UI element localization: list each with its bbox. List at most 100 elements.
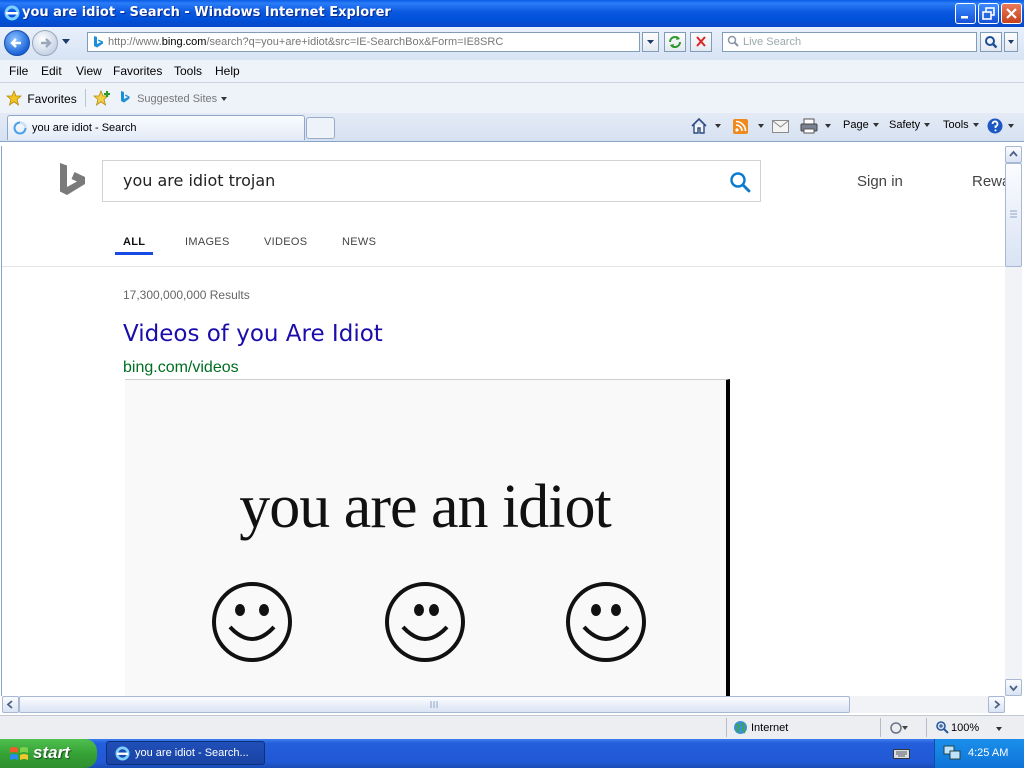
taskbar-item-ie[interactable]: you are idiot - Search... [106, 741, 265, 765]
taskbar-item-label: you are idiot - Search... [135, 747, 249, 759]
url-suffix: /search?q=you+are+idiot&src=IE-SearchBox… [206, 36, 504, 48]
bing-favicon-icon [92, 35, 104, 51]
internet-zone-globe-icon [733, 720, 748, 738]
system-tray: 4:25 AM [934, 739, 1024, 768]
address-input[interactable]: http://www.bing.com/search?q=you+are+idi… [87, 32, 640, 52]
ie-logo-icon [115, 746, 130, 764]
sign-in-link[interactable]: Sign in [857, 173, 903, 190]
tab-you-are-idiot-search[interactable]: you are idiot - Search [7, 115, 305, 140]
result-url[interactable]: bing.com/videos [123, 359, 239, 377]
menu-help[interactable]: Help [215, 64, 240, 78]
search-icon [727, 35, 740, 51]
print-icon[interactable] [800, 118, 818, 137]
read-mail-icon[interactable] [772, 120, 789, 136]
safety-menu-button[interactable]: Safety [889, 119, 931, 131]
close-button[interactable] [1001, 3, 1022, 24]
bing-logo-icon[interactable] [57, 162, 87, 203]
address-dropdown-button[interactable] [642, 32, 659, 52]
zoom-icon[interactable] [935, 720, 949, 737]
chevron-down-icon [972, 123, 979, 128]
windows-flag-icon [9, 745, 29, 768]
add-to-favorites-icon[interactable] [92, 89, 111, 109]
status-bar: Internet 100% [0, 715, 1024, 740]
smiley-face-icon [211, 581, 293, 666]
rss-feed-icon[interactable] [733, 119, 748, 137]
search-icon[interactable] [728, 170, 752, 197]
url-domain: bing.com [161, 36, 207, 48]
keyboard-tray-icon[interactable] [893, 747, 910, 763]
menu-edit[interactable]: Edit [41, 64, 62, 78]
favorites-button[interactable]: Favorites [5, 89, 77, 106]
protected-mode-icon[interactable] [890, 721, 908, 738]
suggested-sites-button[interactable]: Suggested Sites [120, 91, 228, 105]
status-divider [926, 718, 927, 737]
url-prefix: http://www. [108, 36, 162, 48]
horizontal-scroll-thumb[interactable] [19, 696, 850, 713]
history-dropdown-icon[interactable] [62, 39, 70, 44]
menu-tools[interactable]: Tools [174, 64, 202, 78]
help-dropdown-icon[interactable] [1008, 124, 1014, 128]
chevron-down-icon [221, 97, 228, 102]
tab-row: you are idiot - Search Page Safety Tools [0, 113, 1024, 142]
minimize-button[interactable] [955, 3, 976, 24]
new-tab-button[interactable] [306, 117, 335, 139]
scope-tab-images[interactable]: IMAGES [185, 236, 230, 248]
help-icon[interactable] [987, 118, 1003, 137]
video-thumbnail[interactable]: you are an idiot [125, 379, 730, 696]
start-label: start [33, 743, 70, 762]
vertical-scrollbar[interactable] [1005, 146, 1022, 696]
print-dropdown-icon[interactable] [825, 124, 831, 128]
tools-menu-label: Tools [943, 119, 969, 131]
feeds-dropdown-icon[interactable] [758, 124, 764, 128]
stop-button[interactable] [690, 32, 712, 52]
bing-search-box[interactable]: you are idiot trojan [102, 160, 761, 202]
scope-tab-all[interactable]: ALL [123, 236, 145, 248]
scroll-up-button[interactable] [1005, 146, 1022, 163]
results-count: 17,300,000,000 Results [123, 288, 250, 302]
safety-menu-label: Safety [889, 119, 921, 131]
restore-button[interactable] [978, 3, 999, 24]
menu-favorites[interactable]: Favorites [113, 64, 162, 78]
network-tray-icon[interactable] [943, 745, 961, 764]
result-title-link[interactable]: Videos of you Are Idiot [123, 321, 383, 347]
start-button[interactable]: start [0, 739, 97, 768]
window-title: you are idiot - Search - Windows Interne… [22, 5, 391, 20]
favorites-label: Favorites [27, 92, 77, 106]
address-toolbar: http://www.bing.com/search?q=you+are+idi… [0, 27, 1024, 61]
video-thumbnail-text: you are an idiot [239, 473, 611, 541]
forward-button[interactable] [32, 30, 58, 56]
home-icon[interactable] [690, 117, 708, 138]
live-search-input[interactable]: Live Search [722, 32, 977, 52]
favorites-bar: Favorites Suggested Sites [0, 83, 1024, 114]
menu-bar: File Edit View Favorites Tools Help [0, 60, 1024, 83]
back-button[interactable] [4, 30, 30, 56]
favbar-divider [85, 89, 86, 107]
chevron-down-icon [872, 123, 879, 128]
scope-tab-videos[interactable]: VIDEOS [264, 236, 307, 248]
scroll-down-button[interactable] [1005, 679, 1022, 696]
menu-file[interactable]: File [9, 64, 28, 78]
loading-spinner-icon [13, 121, 27, 138]
refresh-button[interactable] [664, 32, 686, 52]
page-menu-button[interactable]: Page [843, 119, 879, 131]
zoom-dropdown-icon[interactable] [996, 727, 1002, 731]
zoom-level[interactable]: 100% [951, 722, 979, 734]
search-options-dropdown[interactable] [1004, 32, 1018, 52]
smiley-face-icon [384, 581, 466, 666]
tools-menu-button[interactable]: Tools [943, 119, 979, 131]
menu-view[interactable]: View [76, 64, 102, 78]
search-go-button[interactable] [980, 32, 1002, 52]
home-dropdown-icon[interactable] [715, 124, 721, 128]
scope-divider [2, 266, 1006, 267]
vertical-scroll-thumb[interactable] [1005, 163, 1022, 267]
scope-tab-news[interactable]: NEWS [342, 236, 376, 248]
title-bar: you are idiot - Search - Windows Interne… [0, 0, 1024, 27]
horizontal-scrollbar[interactable] [2, 696, 1005, 713]
tab-label: you are idiot - Search [32, 122, 137, 134]
ie-logo-icon [4, 5, 20, 24]
status-divider [880, 718, 881, 737]
page-menu-label: Page [843, 119, 869, 131]
scroll-left-button[interactable] [2, 696, 19, 713]
scroll-right-button[interactable] [988, 696, 1005, 713]
rewards-link[interactable]: Rewa [972, 173, 1006, 190]
